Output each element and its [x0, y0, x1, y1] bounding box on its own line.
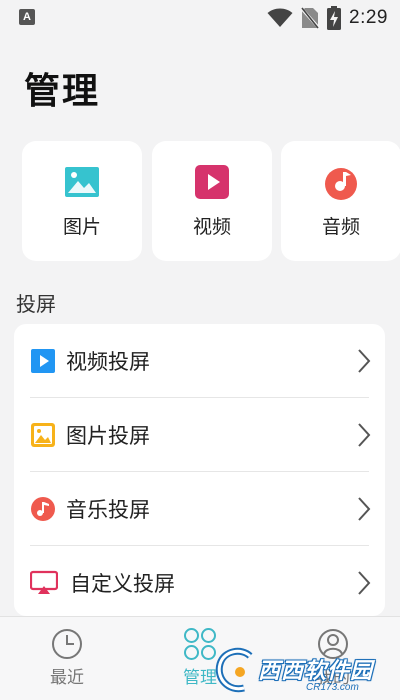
watermark-text: 西西软件园	[258, 659, 374, 684]
media-card-videos[interactable]: 视频	[152, 141, 272, 261]
cast-item-music[interactable]: 音乐投屏	[14, 472, 385, 546]
battery-charging-icon	[327, 6, 342, 30]
cast-item-video[interactable]: 视频投屏	[14, 324, 385, 398]
watermark-sub: CR173.com	[306, 682, 359, 693]
media-card-audio[interactable]: 音频	[281, 141, 400, 261]
status-bar: A 2:29	[0, 0, 400, 36]
cast-item-image[interactable]: 图片投屏	[14, 398, 385, 472]
music-note-icon	[30, 496, 56, 522]
media-card-label: 音频	[321, 216, 360, 238]
video-play-icon	[193, 163, 231, 201]
nav-item-recent[interactable]: 最近	[0, 617, 134, 700]
chevron-right-icon	[357, 348, 371, 374]
media-card-label: 视频	[192, 216, 231, 238]
watermark: 西西软件园 CR173.com	[212, 644, 400, 700]
image-icon	[30, 422, 56, 448]
watermark-logo-icon	[215, 647, 253, 693]
cast-item-label: 视频投屏	[66, 350, 150, 374]
wifi-icon	[267, 8, 293, 27]
cast-item-label: 自定义投屏	[70, 572, 175, 596]
chevron-right-icon	[357, 496, 371, 522]
video-play-icon	[30, 348, 56, 374]
music-note-icon	[322, 163, 360, 201]
cast-item-label: 音乐投屏	[66, 498, 150, 522]
cast-item-label: 图片投屏	[66, 424, 150, 448]
image-icon	[63, 163, 101, 201]
media-card-images[interactable]: 图片	[22, 141, 142, 261]
screen: A 2:29 管理 图片 视频 音频 投屏 视频投屏 图片投屏 音乐投屏 自定义…	[0, 0, 400, 700]
notification-a-icon: A	[19, 9, 35, 25]
chevron-right-icon	[357, 422, 371, 448]
page-title: 管理	[24, 71, 101, 112]
clock-icon	[50, 627, 84, 661]
no-sim-icon	[301, 7, 320, 29]
status-time: 2:29	[349, 7, 388, 28]
media-card-label: 图片	[62, 216, 101, 238]
media-cards: 图片 视频 音频	[22, 141, 400, 261]
chevron-right-icon	[357, 570, 371, 596]
cast-item-custom[interactable]: 自定义投屏	[14, 546, 385, 616]
cast-list: 视频投屏 图片投屏 音乐投屏 自定义投屏	[14, 324, 385, 616]
nav-label: 最近	[50, 668, 84, 688]
section-title-cast: 投屏	[16, 292, 56, 316]
screen-cast-icon	[29, 570, 59, 596]
